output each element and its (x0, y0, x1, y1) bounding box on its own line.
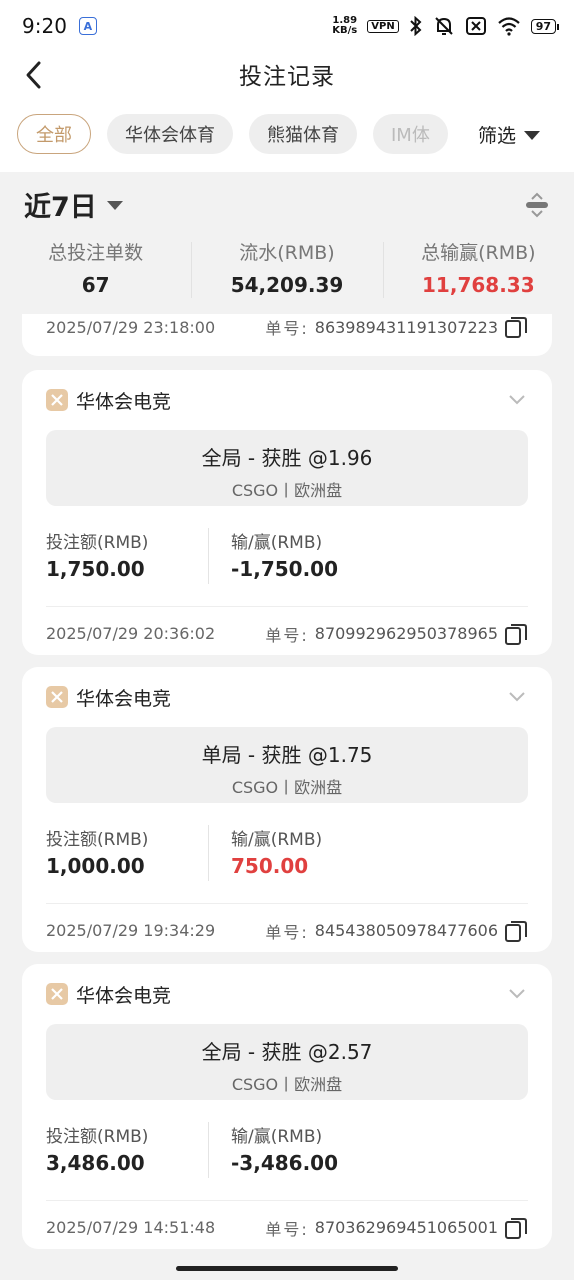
summary-count-value: 67 (81, 273, 110, 297)
summary-turnover-value: 54,209.39 (230, 273, 344, 297)
platform-name: 华体会电竞 (76, 984, 172, 1007)
stake-label: 投注额(RMB) (46, 1127, 149, 1147)
bet-title: 单局 - 获胜 @1.75 (201, 743, 373, 767)
platform-logo-icon (46, 686, 68, 708)
battery-icon: 97 (530, 18, 560, 34)
platform-tabs: 全部 华体会体育 熊猫体育 IM体 筛选 (0, 96, 574, 172)
platform-logo-icon (46, 389, 68, 411)
sort-icon[interactable] (526, 192, 548, 218)
period-label[interactable]: 近7日 (24, 185, 97, 224)
wifi-icon (497, 17, 520, 36)
chevron-down-icon[interactable] (508, 691, 526, 703)
record-order: 单号: 870992962950378965 (265, 622, 528, 646)
stake-value: 1,750.00 (46, 557, 145, 581)
filter-button[interactable]: 筛选 (464, 114, 574, 154)
copy-icon[interactable] (504, 919, 528, 943)
summary-turnover: 流水(RMB) 54,209.39 (191, 236, 382, 306)
platform-logo-icon (46, 983, 68, 1005)
record-card[interactable]: 华体会电竞 全局 - 获胜 @2.57 CSGO丨欧洲盘 投注额(RMB) 3,… (22, 964, 552, 1249)
period-caret-down-icon[interactable] (106, 201, 123, 210)
bet-subtitle: CSGO丨欧洲盘 (231, 778, 343, 797)
copy-icon[interactable] (504, 1216, 528, 1240)
copy-icon[interactable] (504, 315, 528, 339)
record-order: 单号: 863989431191307223 (265, 315, 528, 339)
caret-down-icon (524, 131, 541, 140)
record-card[interactable]: 华体会电竞 全局 - 获胜 @1.96 CSGO丨欧洲盘 投注额(RMB) 1,… (22, 370, 552, 655)
winloss: 输/赢(RMB) -3,486.00 (208, 1122, 338, 1178)
winloss: 输/赢(RMB) 750.00 (208, 825, 322, 881)
winloss-value: -1,750.00 (231, 557, 338, 581)
bet-detail-box: 单局 - 获胜 @1.75 CSGO丨欧洲盘 (46, 727, 528, 803)
order-label: 单号: (265, 319, 309, 338)
stake: 投注额(RMB) 1,000.00 (46, 825, 208, 881)
summary-turnover-label: 流水(RMB) (239, 242, 335, 264)
stake-label: 投注额(RMB) (46, 533, 149, 553)
summary-winloss-label: 总输赢(RMB) (421, 242, 536, 264)
record-card[interactable]: 华体会电竞 单局 - 获胜 @1.75 CSGO丨欧洲盘 投注额(RMB) 1,… (22, 667, 552, 952)
record-time: 2025/07/29 23:18:00 (46, 317, 216, 337)
order-label: 单号: (265, 922, 309, 942)
bet-detail-box: 全局 - 获胜 @2.57 CSGO丨欧洲盘 (46, 1024, 528, 1100)
stake: 投注额(RMB) 3,486.00 (46, 1122, 208, 1178)
summary-winloss-value: 11,768.33 (422, 273, 535, 297)
bet-subtitle: CSGO丨欧洲盘 (231, 481, 343, 500)
record-order: 单号: 870362969451065001 (265, 1216, 528, 1240)
winloss-label: 输/赢(RMB) (231, 533, 323, 553)
record-time: 2025/07/29 19:34:29 (46, 921, 216, 940)
status-bar: 9:20 A 1.89 KB/s VPN 97 (0, 0, 574, 52)
bet-title: 全局 - 获胜 @1.96 (201, 446, 373, 470)
home-indicator[interactable] (176, 1266, 398, 1271)
winloss: 输/赢(RMB) -1,750.00 (208, 528, 338, 584)
copy-icon[interactable] (504, 622, 528, 646)
order-number: 863989431191307223 (314, 317, 498, 337)
vpn-icon: VPN (367, 19, 399, 33)
net-speed-unit: KB/s (332, 25, 358, 36)
net-speed: 1.89 KB/s (332, 16, 357, 36)
tab-panda-sports[interactable]: 熊猫体育 (249, 114, 357, 154)
stake-label: 投注额(RMB) (46, 830, 149, 850)
top-section: 9:20 A 1.89 KB/s VPN 97 投注记录 全部 华体会体育 熊猫… (0, 0, 574, 172)
order-label: 单号: (265, 1219, 309, 1239)
winloss-value: -3,486.00 (231, 1151, 338, 1175)
period-selector: 近7日 (0, 172, 574, 236)
order-number: 870992962950378965 (314, 624, 498, 643)
platform-name: 华体会电竞 (76, 687, 172, 710)
platform-name: 华体会电竞 (76, 390, 172, 413)
stake-value: 3,486.00 (46, 1151, 145, 1175)
tab-all[interactable]: 全部 (17, 114, 91, 154)
bluetooth-icon (409, 16, 422, 36)
summary-count-label: 总投注单数 (48, 242, 144, 264)
order-number: 870362969451065001 (314, 1218, 498, 1237)
chevron-down-icon[interactable] (508, 988, 526, 1000)
order-number: 845438050978477606 (314, 921, 498, 940)
summary-count: 总投注单数 67 (0, 236, 191, 306)
summary-bar: 总投注单数 67 流水(RMB) 54,209.39 总输赢(RMB) 11,7… (0, 236, 574, 306)
tab-im-sports[interactable]: IM体 (373, 114, 448, 154)
order-label: 单号: (265, 625, 309, 645)
record-card-partial[interactable]: 2025/07/29 23:18:00 单号: 8639894311913072… (22, 314, 552, 356)
bet-title: 全局 - 获胜 @2.57 (201, 1040, 373, 1064)
status-time: 9:20 (22, 14, 67, 38)
filter-label: 筛选 (478, 124, 517, 147)
winloss-label: 输/赢(RMB) (231, 1127, 323, 1147)
record-time: 2025/07/29 14:51:48 (46, 1218, 216, 1237)
bet-detail-box: 全局 - 获胜 @1.96 CSGO丨欧洲盘 (46, 430, 528, 506)
bet-subtitle: CSGO丨欧洲盘 (231, 1075, 343, 1094)
no-sim-icon (465, 17, 486, 35)
page-title: 投注记录 (239, 64, 335, 90)
winloss-label: 输/赢(RMB) (231, 830, 323, 850)
back-arrow-icon[interactable] (22, 60, 48, 90)
app-notification-icon: A (78, 17, 97, 35)
chevron-down-icon[interactable] (508, 394, 526, 406)
stake: 投注额(RMB) 1,750.00 (46, 528, 208, 584)
mute-bell-icon (434, 17, 453, 35)
winloss-value: 750.00 (231, 854, 309, 878)
record-order: 单号: 845438050978477606 (265, 919, 528, 943)
nav-bar: 投注记录 (0, 52, 574, 96)
summary-winloss: 总输赢(RMB) 11,768.33 (382, 236, 574, 306)
stake-value: 1,000.00 (46, 854, 145, 878)
record-time: 2025/07/29 20:36:02 (46, 624, 216, 643)
tab-hth-sports[interactable]: 华体会体育 (107, 114, 233, 154)
